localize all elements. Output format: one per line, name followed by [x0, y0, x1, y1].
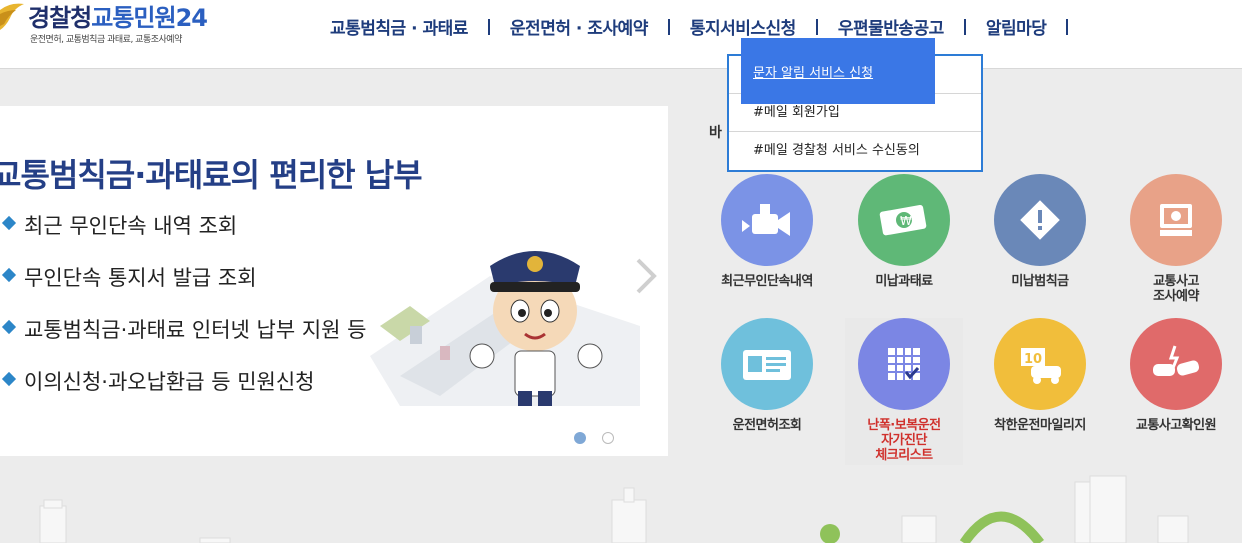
banner-item-text: 교통범칙금·과태료 인터넷 납부 지원 등	[24, 318, 367, 342]
main-nav: 교통범칙금 · 과태료 운전면허 · 조사예약 통지서비스신청 우편물반송공고 …	[330, 14, 1088, 39]
slide-indicator[interactable]	[602, 432, 614, 444]
nav-separator	[1066, 18, 1069, 35]
service-reckless-driving-checklist[interactable]: 난폭·보복운전 자가진단 체크리스트	[845, 318, 963, 465]
site-logo-title[interactable]: 경찰청교통민원24	[28, 0, 208, 33]
service-accident-certificate[interactable]: 교통사고확인원	[1108, 318, 1242, 433]
nav-license[interactable]: 운전면허 · 조사예약	[510, 14, 648, 39]
diamond-bullet-icon	[1, 319, 17, 335]
service-good-driving-mileage[interactable]: 10 착한운전마일리지	[972, 318, 1108, 433]
nav-separator	[963, 18, 966, 35]
diamond-bullet-icon	[1, 215, 17, 231]
svg-text:₩: ₩	[900, 214, 912, 228]
banner-list-item: 최근 무인단속 내역 조회	[0, 210, 367, 262]
banner-item-text: 이의신청·과오납환급 등 민원신청	[24, 370, 315, 394]
banner-list-item: 이의신청·과오납환급 등 민원신청	[0, 366, 367, 418]
dropdown-highlight-label: 문자 알림 서비스 신청	[753, 66, 874, 81]
service-unpaid-penalties[interactable]: 미납범칙금	[972, 174, 1108, 289]
diamond-bullet-icon	[1, 371, 17, 387]
slide-indicator-active[interactable]	[574, 432, 586, 444]
service-label: 최근무인단속내역	[721, 274, 813, 289]
nav-separator	[815, 18, 818, 35]
site-header: 경찰청교통민원24 운전면허, 교통범칙금 과태료, 교통조사예약 교통범칙금 …	[0, 0, 1242, 69]
service-label: 운전면허조회	[732, 418, 802, 433]
banner-feature-list: 최근 무인단속 내역 조회 무인단속 통지서 발급 조회 교통범칙금·과태료 인…	[0, 210, 367, 418]
service-label: 난폭·보복운전 자가진단 체크리스트	[867, 418, 941, 463]
diamond-bullet-icon	[1, 267, 17, 283]
main-banner: 교통범칙금·과태료의 편리한 납부 최근 무인단속 내역 조회 무인단속 통지서…	[0, 106, 668, 456]
city-skyline-decoration	[39, 475, 1189, 543]
banner-list-item: 무인단속 통지서 발급 조회	[0, 262, 367, 314]
accident-icon	[1130, 318, 1222, 410]
banner-title: 교통범칙금·과태료의 편리한 납부	[0, 156, 423, 194]
license-icon	[721, 318, 813, 410]
warning-icon	[994, 174, 1086, 266]
service-label: 착한운전마일리지	[994, 418, 1086, 433]
dropdown-item-email-consent[interactable]: #메일 경찰청 서비스 수신동의	[729, 132, 981, 169]
banner-item-text: 무인단속 통지서 발급 조회	[24, 266, 257, 290]
svg-text:10: 10	[1024, 352, 1042, 367]
nav-notices[interactable]: 알림마당	[986, 14, 1047, 39]
chevron-right-icon[interactable]	[634, 258, 658, 294]
nav-notification-service[interactable]: 통지서비스신청	[690, 14, 796, 39]
dropdown-hover-highlight[interactable]: 문자 알림 서비스 신청	[741, 38, 935, 104]
service-license-lookup[interactable]: 운전면허조회	[699, 318, 835, 433]
service-accident-reservation[interactable]: 교통사고 조사예약	[1108, 174, 1242, 304]
banner-item-text: 최근 무인단속 내역 조회	[24, 214, 238, 238]
service-recent-enforcement[interactable]: 최근무인단속내역	[699, 174, 835, 289]
services-heading-partial: 바	[709, 125, 722, 141]
service-label: 미납과태료	[875, 274, 933, 289]
nav-separator	[667, 18, 670, 35]
checklist-icon	[858, 318, 950, 410]
computer-icon	[1130, 174, 1222, 266]
nav-separator	[487, 18, 490, 35]
banner-list-item: 교통범칙금·과태료 인터넷 납부 지원 등	[0, 314, 367, 366]
money-icon: ₩	[858, 174, 950, 266]
police-logo-icon[interactable]	[0, 2, 26, 32]
service-unpaid-fines[interactable]: ₩ 미납과태료	[836, 174, 972, 289]
nav-returned-mail[interactable]: 우편물반송공고	[838, 14, 944, 39]
mileage-icon: 10	[994, 318, 1086, 410]
police-mascot-illustration	[370, 251, 640, 406]
service-label: 교통사고 조사예약	[1153, 274, 1199, 304]
service-label: 미납범칙금	[1011, 274, 1069, 289]
camera-icon	[721, 174, 813, 266]
site-logo-subtitle: 운전면허, 교통범칙금 과태료, 교통조사예약	[30, 35, 182, 45]
service-label: 교통사고확인원	[1135, 418, 1217, 433]
nav-fines[interactable]: 교통범칙금 · 과태료	[330, 14, 468, 39]
